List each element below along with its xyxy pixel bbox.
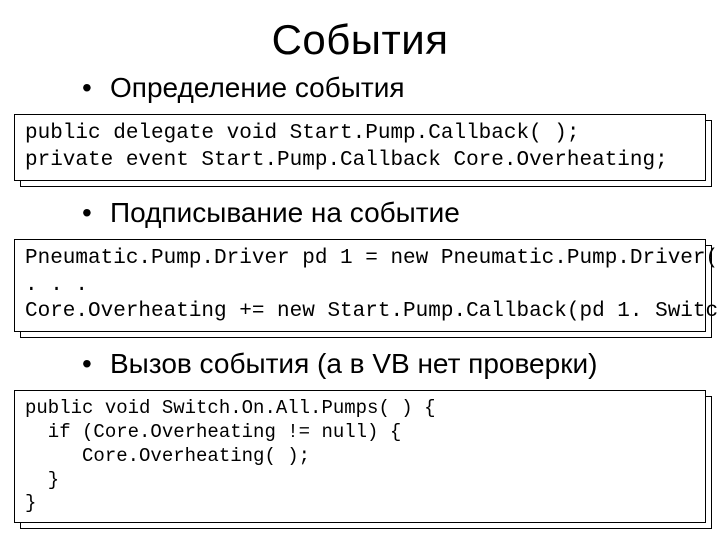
code-block-3-wrap: public void Switch.On.All.Pumps( ) { if … [14, 390, 706, 523]
code-block-2: Pneumatic.Pump.Driver pd 1 = new Pneumat… [14, 239, 706, 332]
page-title: События [0, 16, 720, 64]
bullet-list: Определение события [0, 70, 720, 106]
code-block-1-wrap: public delegate void Start.Pump.Callback… [14, 114, 706, 181]
bullet-list: Подписывание на событие [0, 195, 720, 231]
code-block-3: public void Switch.On.All.Pumps( ) { if … [14, 390, 706, 523]
bullet-item: Вызов события (а в VB нет проверки) [0, 346, 720, 382]
bullet-list: Вызов события (а в VB нет проверки) [0, 346, 720, 382]
code-block-1: public delegate void Start.Pump.Callback… [14, 114, 706, 181]
slide: События Определение события public deleg… [0, 0, 720, 540]
bullet-item: Определение события [0, 70, 720, 106]
code-block-2-wrap: Pneumatic.Pump.Driver pd 1 = new Pneumat… [14, 239, 706, 332]
bullet-item: Подписывание на событие [0, 195, 720, 231]
